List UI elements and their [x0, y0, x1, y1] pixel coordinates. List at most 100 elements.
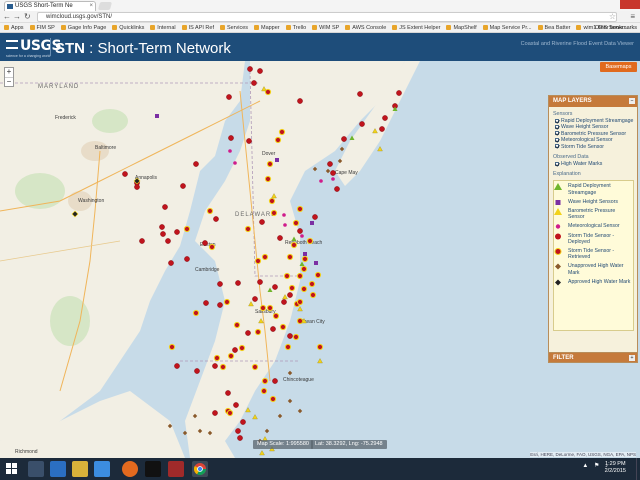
barometric-sensor-marker[interactable]	[271, 193, 277, 199]
storm-tide-deployed-marker[interactable]	[382, 115, 388, 121]
layer-checkbox-hwm[interactable]: High Water Marks	[555, 161, 637, 167]
storm-tide-retrieved-marker[interactable]	[274, 136, 282, 144]
back-arrow-icon[interactable]: ←	[3, 12, 11, 21]
storm-tide-deployed-marker[interactable]	[334, 186, 340, 192]
storm-tide-retrieved-marker[interactable]	[244, 225, 252, 233]
data-viewer-link[interactable]: Coastal and Riverine Flood Event Data Vi…	[521, 41, 634, 47]
filter-panel-header[interactable]: FILTER +	[548, 352, 638, 363]
unapproved-hwm-marker[interactable]	[207, 430, 213, 436]
bookmark-item[interactable]: IS API Ref	[182, 23, 214, 32]
storm-tide-retrieved-marker[interactable]	[279, 323, 287, 331]
sensor-marker-layer[interactable]	[0, 61, 640, 458]
storm-tide-deployed-marker[interactable]	[327, 161, 333, 167]
storm-tide-retrieved-marker[interactable]	[309, 291, 317, 299]
storm-tide-retrieved-marker[interactable]	[251, 363, 259, 371]
storm-tide-retrieved-marker[interactable]	[292, 333, 300, 341]
meteorological-sensor-marker[interactable]	[319, 179, 323, 183]
bookmark-item[interactable]: Services	[220, 23, 248, 32]
storm-tide-retrieved-marker[interactable]	[259, 304, 267, 312]
storm-tide-deployed-marker[interactable]	[246, 138, 252, 144]
storm-tide-retrieved-marker[interactable]	[261, 253, 269, 261]
barometric-sensor-marker[interactable]	[261, 86, 267, 92]
storm-tide-deployed-marker[interactable]	[193, 161, 199, 167]
storm-tide-deployed-marker[interactable]	[228, 135, 234, 141]
unapproved-hwm-marker[interactable]	[297, 408, 303, 414]
storm-tide-deployed-marker[interactable]	[341, 136, 347, 142]
bookmark-star-icon[interactable]: ☆	[609, 12, 616, 21]
storm-tide-retrieved-marker[interactable]	[208, 243, 216, 251]
barometric-sensor-marker[interactable]	[317, 358, 323, 364]
bookmark-item[interactable]: Mapper	[254, 23, 280, 32]
storm-tide-retrieved-marker[interactable]	[296, 298, 304, 306]
storm-tide-retrieved-marker[interactable]	[192, 309, 200, 317]
bookmark-item[interactable]: Map Service Pr...	[483, 23, 532, 32]
storm-tide-deployed-marker[interactable]	[139, 238, 145, 244]
bookmark-item[interactable]: AWS Console	[345, 23, 386, 32]
meteorological-sensor-marker[interactable]	[331, 177, 335, 181]
storm-tide-retrieved-marker[interactable]	[288, 284, 296, 292]
map-view[interactable]: MARYLAND Baltimore Washington Annapolis Dove…	[0, 61, 640, 458]
storm-tide-retrieved-marker[interactable]	[254, 328, 262, 336]
storm-tide-deployed-marker[interactable]	[168, 260, 174, 266]
barometric-sensor-marker[interactable]	[259, 450, 265, 456]
storm-tide-deployed-marker[interactable]	[165, 238, 171, 244]
unapproved-hwm-marker[interactable]	[192, 413, 198, 419]
storm-tide-retrieved-marker[interactable]	[233, 321, 241, 329]
barometric-sensor-marker[interactable]	[258, 318, 264, 324]
meteorological-sensor-marker[interactable]	[282, 213, 286, 217]
storm-tide-retrieved-marker[interactable]	[226, 409, 234, 417]
storm-tide-deployed-marker[interactable]	[217, 281, 223, 287]
file-explorer-icon[interactable]	[28, 461, 44, 477]
outlook-icon[interactable]	[94, 461, 110, 477]
storm-tide-retrieved-marker[interactable]	[296, 205, 304, 213]
storm-tide-deployed-marker[interactable]	[257, 68, 263, 74]
storm-tide-deployed-marker[interactable]	[180, 183, 186, 189]
storm-tide-deployed-marker[interactable]	[213, 216, 219, 222]
meteorological-sensor-marker[interactable]	[283, 223, 287, 227]
storm-tide-deployed-marker[interactable]	[287, 333, 293, 339]
storm-tide-deployed-marker[interactable]	[281, 299, 287, 305]
approved-hwm-marker[interactable]	[71, 210, 79, 218]
folder-icon[interactable]	[72, 461, 88, 477]
unapproved-hwm-marker[interactable]	[339, 146, 345, 152]
storm-tide-retrieved-marker[interactable]	[213, 354, 221, 362]
taskbar-clock[interactable]: 1:29 PM 2/2/2015	[605, 461, 626, 475]
barometric-sensor-marker[interactable]	[252, 414, 258, 420]
storm-tide-deployed-marker[interactable]	[272, 378, 278, 384]
storm-tide-retrieved-marker[interactable]	[272, 312, 280, 320]
bookmark-item[interactable]: Quicklinks	[112, 23, 144, 32]
other-bookmarks-folder[interactable]: Other bookmarks	[595, 23, 637, 32]
storm-tide-retrieved-marker[interactable]	[283, 272, 291, 280]
storm-tide-retrieved-marker[interactable]	[296, 272, 304, 280]
storm-tide-retrieved-marker[interactable]	[260, 387, 268, 395]
storm-tide-deployed-marker[interactable]	[162, 204, 168, 210]
storm-tide-retrieved-marker[interactable]	[278, 128, 286, 136]
storm-tide-deployed-marker[interactable]	[203, 300, 209, 306]
unapproved-hwm-marker[interactable]	[312, 166, 318, 172]
storm-tide-deployed-marker[interactable]	[251, 80, 257, 86]
bookmark-item[interactable]: WIM SP	[312, 23, 339, 32]
storm-tide-retrieved-marker[interactable]	[300, 285, 308, 293]
barometric-sensor-marker[interactable]	[377, 146, 383, 152]
storm-tide-retrieved-marker[interactable]	[219, 363, 227, 371]
zoom-in-button[interactable]: +	[5, 68, 13, 77]
unapproved-hwm-marker[interactable]	[182, 430, 188, 436]
storm-tide-deployed-marker[interactable]	[225, 390, 231, 396]
storm-tide-deployed-marker[interactable]	[202, 240, 208, 246]
url-input[interactable]: wimcloud.usgs.gov/STN/	[37, 12, 617, 22]
storm-tide-deployed-marker[interactable]	[237, 435, 243, 441]
forward-arrow-icon[interactable]: →	[13, 12, 21, 21]
checkbox-icon[interactable]	[555, 118, 559, 123]
expand-icon[interactable]: +	[629, 355, 635, 361]
browser-menu-icon[interactable]: ≡	[630, 12, 635, 21]
terminal-icon[interactable]	[145, 461, 161, 477]
barometric-sensor-marker[interactable]	[282, 294, 288, 300]
storm-tide-deployed-marker[interactable]	[174, 229, 180, 235]
storm-tide-retrieved-marker[interactable]	[300, 265, 308, 273]
storm-tide-deployed-marker[interactable]	[359, 121, 365, 127]
bookmark-item[interactable]: Gage Info Page	[61, 23, 107, 32]
checkbox-icon[interactable]	[555, 124, 559, 129]
ie-browser-icon[interactable]	[50, 461, 66, 477]
storm-tide-deployed-marker[interactable]	[240, 419, 246, 425]
wave-height-sensor-marker[interactable]	[303, 252, 307, 256]
